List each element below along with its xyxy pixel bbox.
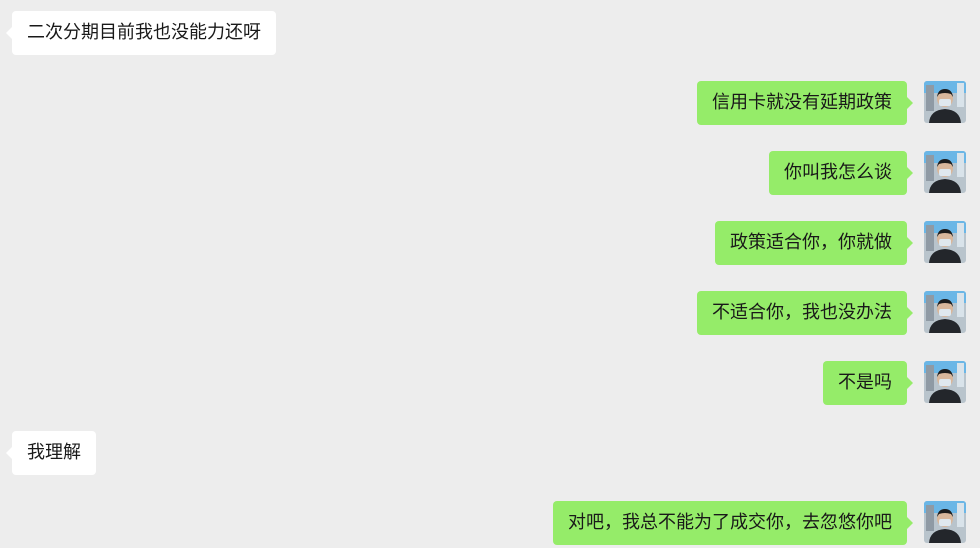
- avatar[interactable]: [924, 221, 966, 263]
- chat-screen: { "messages": [ {"side": "in", "text": "…: [0, 0, 980, 548]
- user-avatar-icon: [924, 291, 966, 333]
- outgoing-message-bubble[interactable]: 对吧，我总不能为了成交你，去忽悠你吧: [553, 501, 913, 545]
- avatar[interactable]: [924, 361, 966, 403]
- outgoing-message-bubble[interactable]: 信用卡就没有延期政策: [697, 81, 913, 125]
- user-avatar-icon: [924, 81, 966, 123]
- outgoing-message-bubble[interactable]: 不是吗: [823, 361, 913, 405]
- outgoing-message-bubble[interactable]: 不适合你，我也没办法: [697, 291, 913, 335]
- outgoing-message-bubble[interactable]: 政策适合你，你就做: [715, 221, 913, 265]
- incoming-message-bubble[interactable]: 二次分期目前我也没能力还呀: [6, 11, 276, 55]
- avatar[interactable]: [924, 151, 966, 193]
- avatar[interactable]: [924, 291, 966, 333]
- avatar[interactable]: [924, 501, 966, 543]
- outgoing-message-bubble[interactable]: 你叫我怎么谈: [769, 151, 913, 195]
- avatar[interactable]: [924, 81, 966, 123]
- user-avatar-icon: [924, 361, 966, 403]
- incoming-message-bubble[interactable]: 我理解: [6, 431, 96, 475]
- user-avatar-icon: [924, 221, 966, 263]
- user-avatar-icon: [924, 151, 966, 193]
- user-avatar-icon: [924, 501, 966, 543]
